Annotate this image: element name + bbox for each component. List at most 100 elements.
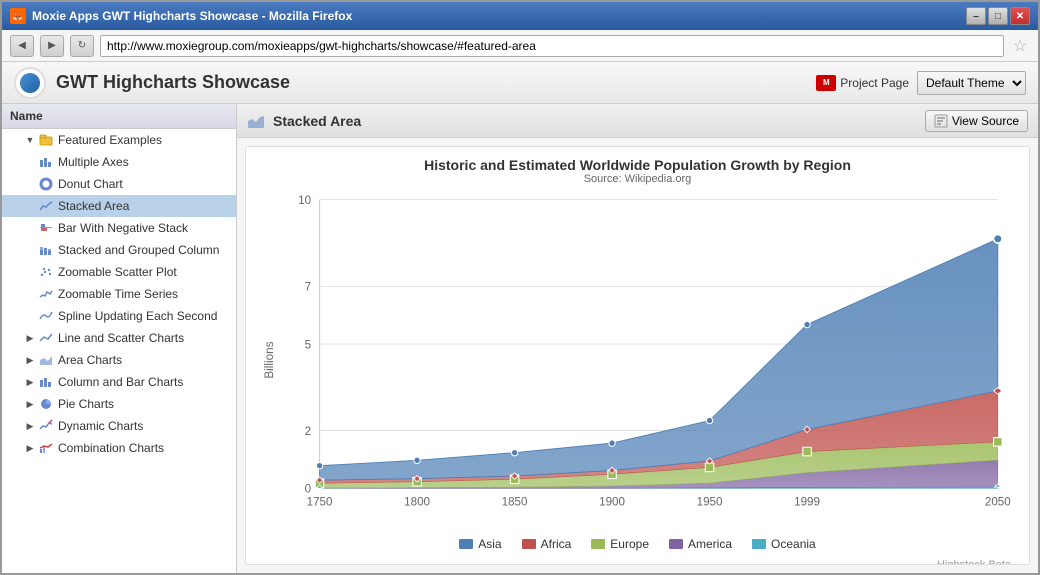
app-logo: [14, 67, 46, 99]
scatter-icon: [38, 264, 54, 280]
svg-text:2050: 2050: [985, 495, 1011, 508]
bar-chart-icon: [38, 154, 54, 170]
url-input[interactable]: http://www.moxiegroup.com/moxieapps/gwt-…: [100, 35, 1004, 57]
chart-type-icon: [247, 112, 265, 130]
sidebar-item-multiple-axes[interactable]: Multiple Axes: [2, 151, 236, 173]
chart-subtitle: Source: Wikipedia.org: [256, 173, 1019, 185]
sidebar-featured-group[interactable]: ▼ Featured Examples: [2, 129, 236, 151]
bar-neg-icon: [38, 220, 54, 236]
view-source-button[interactable]: View Source: [925, 110, 1028, 132]
close-button[interactable]: ✕: [1010, 7, 1030, 25]
column-bar-icon: [38, 374, 54, 390]
project-page-label: Project Page: [840, 76, 909, 90]
sidebar-item-label: Donut Chart: [58, 177, 123, 191]
legend-swatch-asia: [459, 539, 473, 549]
legend-label-asia: Asia: [478, 537, 501, 551]
sidebar-item-spline[interactable]: Spline Updating Each Second: [2, 305, 236, 327]
sidebar-cat-combination[interactable]: ▶ Combination Charts: [2, 437, 236, 459]
sidebar-item-stacked-grouped[interactable]: Stacked and Grouped Column: [2, 239, 236, 261]
bookmark-star-icon[interactable]: ☆: [1010, 36, 1030, 56]
chart-area: Stacked Area View Source Historic and Es…: [237, 104, 1038, 573]
sidebar-item-donut-chart[interactable]: Donut Chart: [2, 173, 236, 195]
svg-text:7: 7: [305, 281, 311, 294]
sidebar-item-bar-negative[interactable]: Bar With Negative Stack: [2, 217, 236, 239]
project-page-button[interactable]: M Project Page: [816, 75, 909, 91]
svg-text:1850: 1850: [502, 495, 528, 508]
address-bar: ◀ ▶ ↻ http://www.moxiegroup.com/moxieapp…: [2, 30, 1038, 62]
legend-label-africa: Africa: [541, 537, 572, 551]
svg-text:1900: 1900: [599, 495, 625, 508]
sidebar-item-label: Spline Updating Each Second: [58, 309, 217, 323]
theme-selector[interactable]: Default Theme Dark Theme Light Theme: [917, 71, 1026, 95]
expand-icon: ▼: [22, 132, 38, 148]
svg-text:10: 10: [298, 194, 311, 207]
svg-text:0: 0: [305, 483, 312, 496]
maximize-button[interactable]: □: [988, 7, 1008, 25]
sidebar-featured-label: Featured Examples: [58, 133, 162, 147]
app-bar: GWT Highcharts Showcase M Project Page D…: [2, 62, 1038, 104]
highstock-watermark: Highstock Beta: [256, 557, 1019, 565]
sidebar-cat-label: Dynamic Charts: [58, 419, 143, 433]
sidebar-item-scatter[interactable]: Zoomable Scatter Plot: [2, 261, 236, 283]
legend-swatch-america: [669, 539, 683, 549]
svg-text:1999: 1999: [794, 495, 820, 508]
legend-africa: Africa: [522, 537, 572, 551]
line-scatter-icon: [38, 330, 54, 346]
legend-swatch-africa: [522, 539, 536, 549]
legend-label-oceania: Oceania: [771, 537, 816, 551]
sidebar-item-label: Multiple Axes: [58, 155, 129, 169]
sidebar-cat-label: Area Charts: [58, 353, 122, 367]
forward-button[interactable]: ▶: [40, 35, 64, 57]
expand-icon: ▶: [22, 440, 38, 456]
dynamic-icon: [38, 418, 54, 434]
app-title: GWT Highcharts Showcase: [56, 72, 816, 93]
legend-label-america: America: [688, 537, 732, 551]
sidebar-cat-area[interactable]: ▶ Area Charts: [2, 349, 236, 371]
chart-svg-area: 0 2 5 7 10 Billions 1750 1800 1850 1900 …: [256, 189, 1019, 531]
pie-icon: [38, 396, 54, 412]
sidebar-cat-line-scatter[interactable]: ▶ Line and Scatter Charts: [2, 327, 236, 349]
sidebar-item-label: Zoomable Time Series: [58, 287, 178, 301]
expand-icon: ▶: [22, 352, 38, 368]
svg-text:1750: 1750: [307, 495, 333, 508]
refresh-button[interactable]: ↻: [70, 35, 94, 57]
back-button[interactable]: ◀: [10, 35, 34, 57]
legend-swatch-europe: [591, 539, 605, 549]
sidebar-item-time-series[interactable]: Zoomable Time Series: [2, 283, 236, 305]
svg-text:1800: 1800: [404, 495, 430, 508]
sidebar-cat-dynamic[interactable]: ▶ Dynamic Charts: [2, 415, 236, 437]
sidebar-cat-label: Combination Charts: [58, 441, 164, 455]
area-chart-icon: [38, 198, 54, 214]
sidebar-cat-column-bar[interactable]: ▶ Column and Bar Charts: [2, 371, 236, 393]
moxie-logo-icon: M: [816, 75, 836, 91]
sidebar-item-label: Bar With Negative Stack: [58, 221, 188, 235]
firefox-icon: 🦊: [10, 8, 26, 24]
legend-asia: Asia: [459, 537, 501, 551]
view-source-label: View Source: [952, 114, 1019, 128]
sidebar-header: Name: [2, 104, 236, 129]
sidebar-item-stacked-area[interactable]: Stacked Area: [2, 195, 236, 217]
folder-icon: [38, 132, 54, 148]
legend-label-europe: Europe: [610, 537, 649, 551]
window-controls: – □ ✕: [966, 7, 1030, 25]
svg-text:Billions: Billions: [263, 341, 276, 378]
svg-text:5: 5: [305, 338, 312, 351]
sidebar-cat-label: Line and Scatter Charts: [58, 331, 184, 345]
sidebar-cat-label: Column and Bar Charts: [58, 375, 183, 389]
expand-icon: ▶: [22, 374, 38, 390]
chart-title: Historic and Estimated Worldwide Populat…: [256, 157, 1019, 173]
sidebar-cat-pie[interactable]: ▶ Pie Charts: [2, 393, 236, 415]
sidebar-cat-label: Pie Charts: [58, 397, 114, 411]
chart-title-block: Historic and Estimated Worldwide Populat…: [256, 157, 1019, 185]
expand-icon: ▶: [22, 418, 38, 434]
minimize-button[interactable]: –: [966, 7, 986, 25]
sidebar-item-label: Stacked Area: [58, 199, 129, 213]
expand-icon: ▶: [22, 330, 38, 346]
stacked-column-icon: [38, 242, 54, 258]
legend-europe: Europe: [591, 537, 649, 551]
legend-swatch-oceania: [752, 539, 766, 549]
time-series-icon: [38, 286, 54, 302]
source-icon: [934, 114, 948, 128]
sidebar-item-label: Stacked and Grouped Column: [58, 243, 219, 257]
spline-icon: [38, 308, 54, 324]
